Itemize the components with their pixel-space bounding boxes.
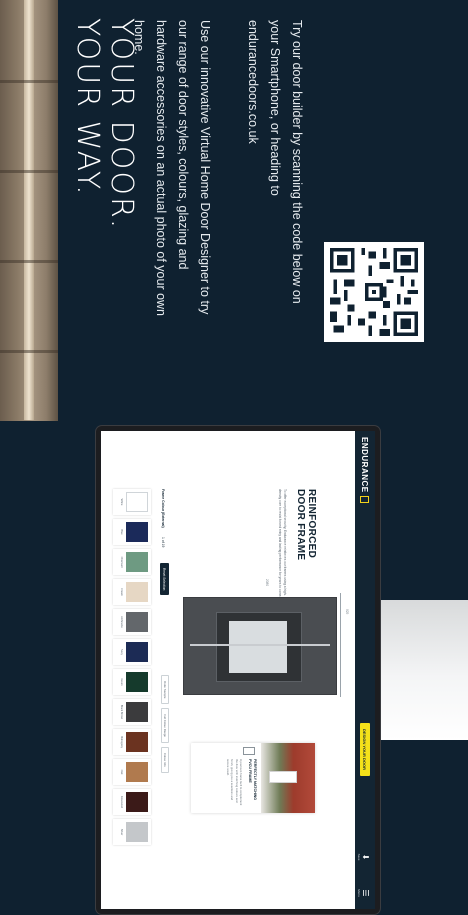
swatch-filters: Order Sample Full Colour Range Colour In…: [161, 675, 169, 773]
colour-swatch[interactable]: Navy: [113, 639, 151, 665]
endurance-logo[interactable]: ENDURANCE: [361, 437, 370, 493]
colour-info-button[interactable]: Colour Info: [161, 746, 169, 773]
full-colour-range-button[interactable]: Full Colour Range: [161, 708, 169, 743]
door-render[interactable]: [183, 597, 337, 695]
swatch-chip: [126, 492, 148, 512]
swatch-chip: [126, 522, 148, 542]
colour-swatch[interactable]: Rosewood: [113, 789, 151, 815]
swatch-name: Oak: [120, 769, 123, 775]
colour-swatch[interactable]: Silver: [113, 819, 151, 845]
intro-paragraph: Use our innovative Virtual Home Door Des…: [132, 20, 212, 317]
colour-swatch[interactable]: Cream: [113, 579, 151, 605]
colour-swatch[interactable]: Anthracite: [113, 609, 151, 635]
swatch-row: White Blue Chartwell Cream Anthracite Navy Gre…: [113, 489, 151, 845]
frame-info-title: PERFECTLY MATCHING PVCU FRAME: [248, 759, 258, 801]
swatch-chip: [126, 702, 148, 722]
colour-swatch[interactable]: Black Brown: [113, 699, 151, 725]
door-height-dimension: 2080: [265, 579, 269, 587]
colour-selector: Frame Colour (External) 1 of 19 Reset Se…: [105, 489, 169, 889]
colour-swatch[interactable]: White: [113, 489, 151, 515]
swatch-name: Navy: [120, 649, 123, 655]
door-glazing: [216, 612, 302, 682]
swatch-chip: [126, 612, 148, 632]
headline-line-2: YOUR WAY.: [70, 18, 105, 197]
frame-info-photo: [261, 743, 315, 813]
frame-icon: [243, 747, 255, 755]
swatch-name: Blue: [120, 529, 123, 535]
swatch-chip: [126, 822, 148, 842]
reset-selection-button[interactable]: Reset Selection: [160, 563, 169, 596]
swatch-name: Anthracite: [120, 616, 123, 628]
mini-door: [269, 771, 297, 783]
swatch-count: 1 of 19: [161, 537, 165, 548]
monitor-mockup: ENDURANCE DESIGN YOUR DOOR ⬇ Save ☰ Menu…: [96, 426, 380, 914]
colour-swatch[interactable]: Blue: [113, 519, 151, 545]
swatch-chip: [126, 552, 148, 572]
app-topbar: ENDURANCE DESIGN YOUR DOOR ⬇ Save ☰ Menu: [355, 431, 375, 909]
door-width-dimension: 925: [345, 609, 349, 615]
swatch-chip: [126, 762, 148, 782]
swatch-chip: [126, 582, 148, 602]
door-preview: 925 2080: [179, 579, 349, 709]
qr-code[interactable]: [324, 242, 424, 342]
swatch-name: Chartwell: [120, 556, 123, 568]
logo-mark-icon: [360, 495, 370, 503]
frame-info-text: A premium frame built to complement the …: [226, 759, 243, 806]
cta-paragraph: Try our door builder by scanning the cod…: [246, 20, 304, 304]
design-your-door-button[interactable]: DESIGN YOUR DOOR: [360, 723, 370, 777]
order-sample-button[interactable]: Order Sample: [161, 675, 169, 705]
glazing-pane: [229, 621, 287, 673]
swatch-heading: Frame Colour (External): [161, 489, 165, 528]
door-handle: [190, 644, 330, 646]
qr-code-graphic: [330, 248, 418, 336]
swatch-name: Black Brown: [120, 704, 123, 720]
swatch-name: Green: [120, 678, 123, 686]
save-label: Save: [357, 853, 361, 861]
monitor-bezel: ENDURANCE DESIGN YOUR DOOR ⬇ Save ☰ Menu…: [96, 426, 380, 914]
menu-label: Menu: [357, 889, 361, 897]
swatch-name: Cream: [120, 588, 123, 596]
colour-swatch[interactable]: Oak: [113, 759, 151, 785]
swatch-name: White: [120, 498, 123, 506]
swatch-chip: [126, 642, 148, 662]
dimension-line: [340, 593, 341, 697]
colour-swatch[interactable]: Chartwell: [113, 549, 151, 575]
swatch-chip: [126, 732, 148, 752]
frame-info-card: PERFECTLY MATCHING PVCU FRAME A premium …: [191, 743, 315, 813]
swatch-name: Mahogany: [120, 735, 123, 749]
colour-swatch[interactable]: Green: [113, 669, 151, 695]
colour-swatch[interactable]: Mahogany: [113, 729, 151, 755]
swatch-chip: [126, 792, 148, 812]
swatch-name: Rosewood: [120, 795, 123, 809]
door-designer-screen: ENDURANCE DESIGN YOUR DOOR ⬇ Save ☰ Menu…: [101, 431, 375, 909]
swatch-chip: [126, 672, 148, 692]
swatch-name: Silver: [120, 828, 123, 836]
